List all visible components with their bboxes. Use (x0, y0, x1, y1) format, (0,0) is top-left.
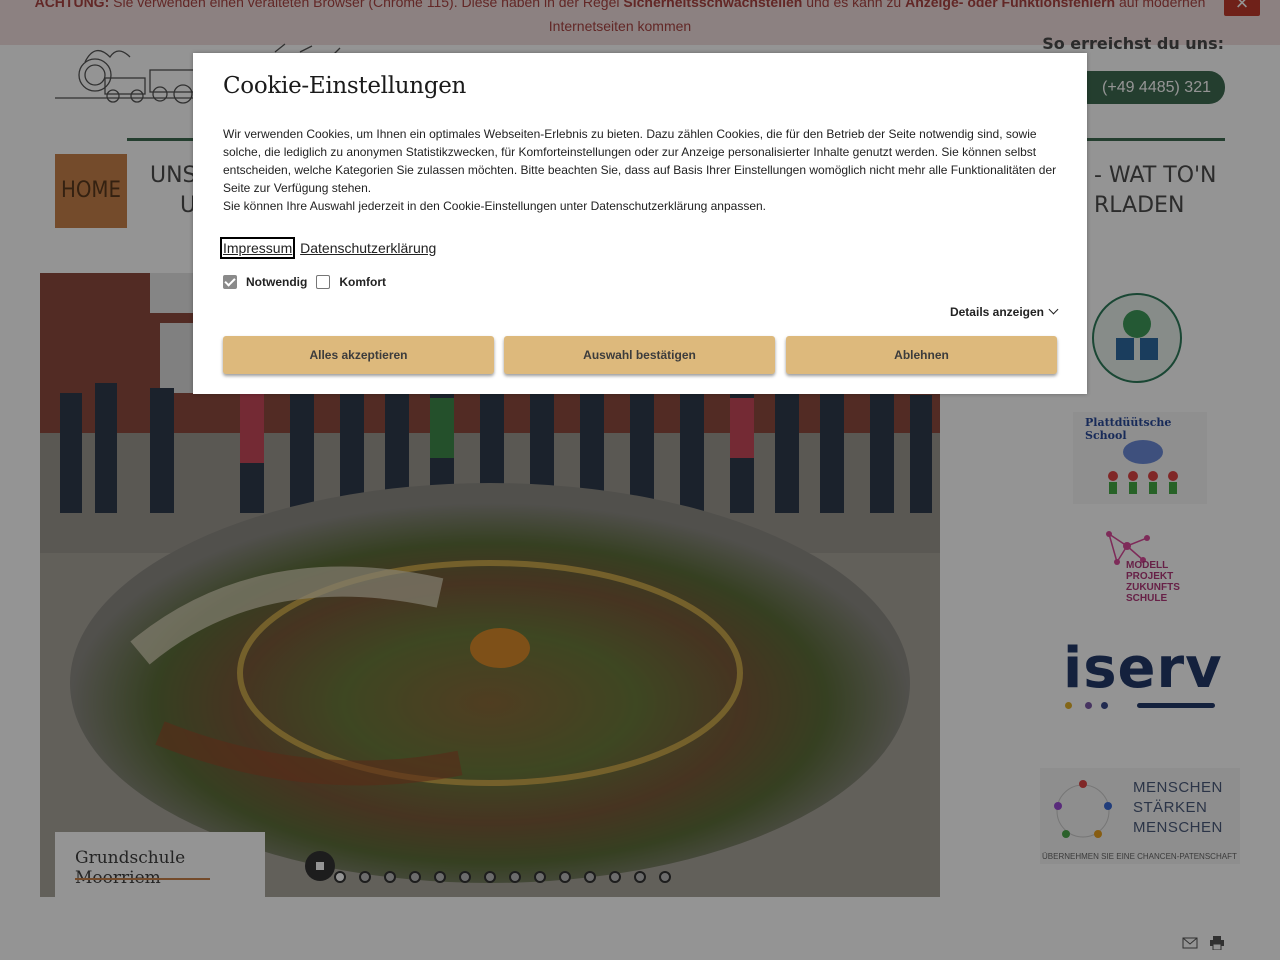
cookie-dialog-title: Cookie-Einstellungen (223, 73, 467, 99)
cookie-legal-links: Impressum Datenschutzerklärung (219, 237, 440, 259)
notwendig-checkbox[interactable] (223, 275, 237, 289)
datenschutz-link[interactable]: Datenschutzerklärung (300, 240, 436, 256)
cookie-text-paragraph: Wir verwenden Cookies, um Ihnen ein opti… (223, 127, 1057, 195)
impressum-link[interactable]: Impressum (219, 237, 296, 259)
confirm-selection-button[interactable]: Auswahl bestätigen (504, 336, 775, 374)
cookie-categories: Notwendig Komfort (223, 275, 395, 289)
details-toggle[interactable]: Details anzeigen (949, 304, 1059, 319)
cookie-text-hint: Sie können Ihre Auswahl jederzeit in den… (223, 199, 767, 213)
cookie-dialog-text: Wir verwenden Cookies, um Ihnen ein opti… (223, 125, 1068, 215)
notwendig-label: Notwendig (246, 275, 308, 289)
details-label: Details anzeigen (949, 305, 1044, 319)
accept-all-button[interactable]: Alles akzeptieren (223, 336, 494, 374)
komfort-checkbox[interactable] (316, 275, 331, 289)
decline-button[interactable]: Ablehnen (786, 336, 1057, 374)
chevron-down-icon (1048, 304, 1059, 315)
komfort-label: Komfort (339, 275, 386, 289)
cookie-dialog: Cookie-Einstellungen Wir verwenden Cooki… (193, 53, 1087, 394)
